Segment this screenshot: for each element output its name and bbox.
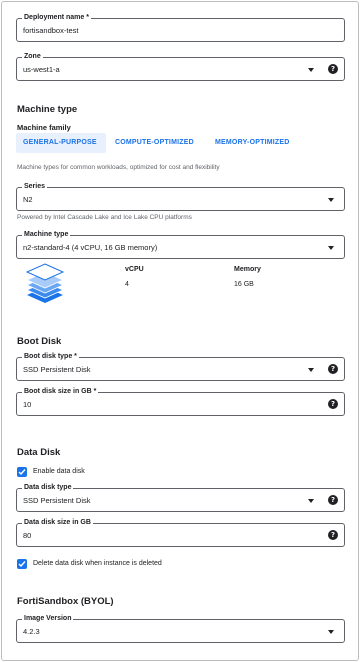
memory-label: Memory	[234, 266, 261, 273]
help-circle-icon[interactable]: ?	[328, 364, 338, 374]
zone-select[interactable]: Zone us-west1-a ?	[16, 52, 345, 81]
series-value: N2	[23, 195, 33, 204]
zone-value: us-west1-a	[23, 65, 60, 74]
check-icon	[18, 561, 26, 568]
machine-type-label: Machine type	[22, 230, 71, 239]
data-disk-size-label: Data disk size in GB	[22, 518, 93, 527]
caret-down-icon[interactable]	[308, 68, 314, 72]
vcpu-value: 4	[125, 281, 129, 288]
data-disk-size-value: 80	[23, 531, 32, 540]
image-version-label: Image Version	[22, 614, 74, 623]
help-circle-icon[interactable]: ?	[328, 495, 338, 505]
image-version-value: 4.2.3	[23, 627, 40, 636]
help-circle-icon[interactable]: ?	[328, 399, 338, 409]
deployment-name-value: fortisandbox-test	[23, 26, 79, 35]
data-disk-type-value: SSD Persistent Disk	[23, 496, 91, 505]
caret-down-icon[interactable]	[328, 246, 334, 250]
deployment-name-field[interactable]: Deployment name * fortisandbox-test	[16, 13, 345, 42]
tab-compute-optimized[interactable]: COMPUTE-OPTIMIZED	[115, 139, 194, 146]
boot-disk-size-input[interactable]: Boot disk size in GB * 10 ?	[16, 387, 345, 416]
caret-down-icon[interactable]	[308, 368, 314, 372]
machine-type-select[interactable]: Machine type n2-standard-4 (4 vCPU, 16 G…	[16, 230, 345, 259]
data-disk-type-label: Data disk type	[22, 483, 74, 492]
boot-disk-type-label: Boot disk type *	[22, 352, 79, 361]
data-disk-title: Data Disk	[17, 447, 61, 458]
enable-data-disk-checkbox[interactable]	[17, 467, 27, 477]
delete-data-disk-checkbox[interactable]	[17, 559, 27, 569]
data-disk-size-input[interactable]: Data disk size in GB 80 ?	[16, 518, 345, 547]
machine-type-title: Machine type	[17, 104, 78, 115]
help-circle-icon[interactable]: ?	[328, 64, 338, 74]
memory-value: 16 GB	[234, 281, 254, 288]
series-label: Series	[22, 182, 48, 191]
caret-down-icon[interactable]	[328, 630, 334, 634]
boot-disk-type-select[interactable]: Boot disk type * SSD Persistent Disk ?	[16, 352, 345, 381]
deployment-form: Deployment name * fortisandbox-test Zone…	[1, 1, 359, 661]
deployment-name-label: Deployment name *	[22, 13, 91, 22]
delete-data-disk-label[interactable]: Delete data disk when instance is delete…	[33, 560, 162, 567]
vcpu-label: vCPU	[125, 266, 144, 273]
boot-disk-size-label: Boot disk size in GB *	[22, 387, 99, 396]
series-select[interactable]: Series N2	[16, 182, 345, 211]
fortisandbox-title: FortiSandbox (BYOL)	[17, 596, 114, 607]
enable-data-disk-label[interactable]: Enable data disk	[33, 468, 85, 475]
series-hint: Powered by Intel Cascade Lake and Ice La…	[17, 214, 192, 221]
tab-memory-optimized[interactable]: MEMORY-OPTIMIZED	[215, 139, 290, 146]
boot-disk-type-value: SSD Persistent Disk	[23, 365, 91, 374]
data-disk-type-select[interactable]: Data disk type SSD Persistent Disk ?	[16, 483, 345, 512]
help-circle-icon[interactable]: ?	[328, 530, 338, 540]
machine-family-label: Machine family	[17, 123, 71, 132]
machine-family-hint: Machine types for common workloads, opti…	[17, 164, 220, 171]
image-version-select[interactable]: Image Version 4.2.3	[16, 614, 345, 643]
boot-disk-title: Boot Disk	[17, 336, 62, 347]
zone-label: Zone	[22, 52, 43, 61]
caret-down-icon[interactable]	[328, 198, 334, 202]
tab-general-purpose[interactable]: GENERAL-PURPOSE	[23, 139, 97, 146]
layers-icon	[25, 263, 65, 303]
check-icon	[18, 469, 26, 476]
machine-type-value: n2-standard-4 (4 vCPU, 16 GB memory)	[23, 243, 158, 252]
caret-down-icon[interactable]	[308, 499, 314, 503]
boot-disk-size-value: 10	[23, 400, 32, 409]
